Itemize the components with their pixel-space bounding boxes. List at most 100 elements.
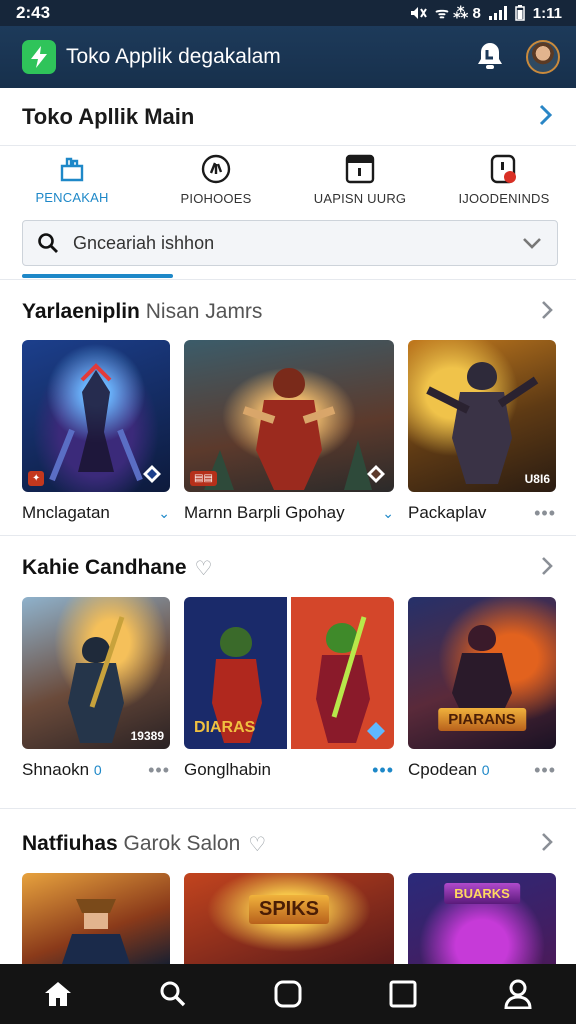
game-card[interactable]: ▤▤ Marnn Barpli Gpohay ⌄ [184, 340, 394, 524]
chevron-right-icon[interactable] [540, 553, 554, 584]
tab-piohooes[interactable]: PIOHOOES [144, 146, 288, 212]
game-tag: ▤▤ [190, 471, 217, 486]
game-overlay-label: U8I6 [524, 472, 550, 486]
game-overlay-label: SPIKS [248, 895, 330, 924]
store-icon [60, 157, 84, 181]
more-options-icon[interactable]: ••• [372, 760, 394, 781]
game-caption: Gonglhabin [184, 760, 271, 779]
search-input[interactable] [73, 232, 521, 254]
square-icon [389, 980, 417, 1008]
tab-pencakah[interactable]: PENCAKAH [0, 146, 144, 212]
app-bar: Toko Applik degakalam [0, 26, 576, 88]
game-caption: Shnaokn 0 [22, 760, 102, 779]
tab-ijoodeninds[interactable]: IJOODENINDS [432, 146, 576, 212]
nav-home[interactable] [33, 969, 83, 1019]
game-thumbnail[interactable]: 19389 [22, 597, 170, 749]
game-thumbnail[interactable]: SPIKS [184, 873, 394, 964]
game-row: SPIKS BUARKS [22, 873, 556, 964]
section-title: Yarlaeniplin Nisan Jamrs [22, 300, 263, 323]
game-overlay-label: BUARKS [444, 883, 520, 904]
section-title: Kahie Candhane ♡ [22, 555, 213, 581]
calendar-icon [345, 154, 375, 183]
game-thumbnail[interactable]: U8I6 [408, 340, 556, 492]
divider [0, 279, 576, 280]
home-icon [44, 982, 71, 1006]
divider [0, 808, 576, 809]
game-thumbnail[interactable]: ✦ [22, 340, 170, 492]
tab-label: PENCAKAH [35, 189, 109, 205]
section-title: Natfiuhas Garok Salon ♡ [22, 831, 267, 857]
game-overlay-label: DIARAS [194, 719, 256, 736]
tab-label: IJOODENINDS [458, 190, 550, 206]
chevron-down-icon[interactable] [521, 236, 543, 250]
category-tabs: PENCAKAH PIOHOOES UAPISN UURG IJOODENIND… [0, 146, 576, 212]
compass-icon [201, 154, 231, 183]
game-row: ✦ Mnclagatan ⌄ ▤▤ Marnn Barpli Gpohay ⌄ U8… [22, 340, 556, 524]
chevron-right-icon[interactable] [540, 829, 554, 860]
more-options-icon[interactable]: ••• [148, 760, 170, 781]
avatar[interactable] [526, 40, 560, 74]
game-card[interactable]: SPIKS [184, 873, 394, 964]
game-thumbnail[interactable]: PIARANS [408, 597, 556, 749]
game-card[interactable]: U8I6 Packaplav ••• [408, 340, 556, 524]
status-icons: ᯤ ⁂ 8 1:11 [409, 3, 562, 23]
diamond-icon [364, 719, 388, 743]
game-card[interactable]: BUARKS [408, 873, 556, 964]
status-time: 2:43 [16, 3, 51, 22]
game-card[interactable]: 19389 Shnaokn 0 ••• [22, 597, 170, 781]
square-rounded-icon [274, 980, 302, 1008]
tab-label: PIOHOOES [180, 190, 252, 206]
nav-search[interactable] [148, 969, 198, 1019]
mute-icon [411, 7, 427, 19]
game-card[interactable]: ✦ Mnclagatan ⌄ [22, 340, 170, 524]
game-caption: Marnn Barpli Gpohay [184, 503, 345, 522]
bottom-navigation [0, 964, 576, 1024]
game-tag: ✦ [28, 471, 45, 486]
nav-apps[interactable] [263, 969, 313, 1019]
game-card[interactable]: PIARANS Cpodean 0 ••• [408, 597, 556, 781]
search-icon [160, 981, 185, 1007]
chevron-right-icon[interactable] [538, 103, 554, 131]
section-new: Natfiuhas Garok Salon ♡ [0, 822, 576, 866]
tab-uapisn-uurg[interactable]: UAPISN UURG [288, 146, 432, 212]
notifications-button[interactable] [472, 39, 508, 75]
chevron-down-icon[interactable]: ⌄ [158, 505, 170, 522]
search-icon [38, 233, 58, 253]
more-options-icon[interactable]: ••• [534, 760, 556, 781]
active-tab-indicator [22, 274, 173, 278]
game-overlay-label: 19389 [130, 729, 164, 743]
game-caption: Cpodean 0 [408, 760, 490, 779]
game-thumbnail[interactable]: BUARKS [408, 873, 556, 964]
app-title: Toko Applik degakalam [66, 45, 281, 68]
game-card[interactable] [22, 873, 170, 964]
nav-profile[interactable] [493, 969, 543, 1019]
section-featured: Yarlaeniplin Nisan Jamrs [0, 290, 576, 334]
tab-label: UAPISN UURG [313, 190, 407, 206]
game-card[interactable]: DIARAS Gonglhabin ••• [184, 597, 394, 781]
notification-icon [490, 154, 516, 183]
more-options-icon[interactable]: ••• [534, 503, 556, 524]
app-logo-icon[interactable] [22, 40, 56, 74]
bell-icon [478, 43, 502, 69]
game-thumbnail[interactable] [22, 873, 170, 964]
heart-icon[interactable]: ♡ [195, 556, 213, 581]
chevron-right-icon[interactable] [540, 297, 554, 328]
page-header[interactable]: Toko Apllik Main [0, 88, 576, 146]
divider [0, 535, 576, 536]
game-thumbnail[interactable]: DIARAS [184, 597, 394, 749]
diamond-icon [140, 462, 164, 486]
search-bar[interactable] [22, 220, 558, 266]
game-caption: Packaplav [408, 503, 487, 522]
diamond-icon [364, 462, 388, 486]
game-row: 19389 Shnaokn 0 ••• DIARAS Gonglhabin ••• … [22, 597, 556, 781]
battery-icon [515, 5, 525, 21]
status-clock: 1:11 [532, 4, 562, 22]
heart-icon[interactable]: ♡ [248, 832, 266, 857]
section-recommended: Kahie Candhane ♡ [0, 546, 576, 590]
game-overlay-label: PIARANS [438, 708, 526, 731]
profile-icon [504, 979, 532, 1009]
chevron-down-icon[interactable]: ⌄ [382, 505, 394, 522]
game-thumbnail[interactable]: ▤▤ [184, 340, 394, 492]
nav-library[interactable] [378, 969, 428, 1019]
network-indicators: ᯤ ⁂ 8 [435, 5, 481, 22]
